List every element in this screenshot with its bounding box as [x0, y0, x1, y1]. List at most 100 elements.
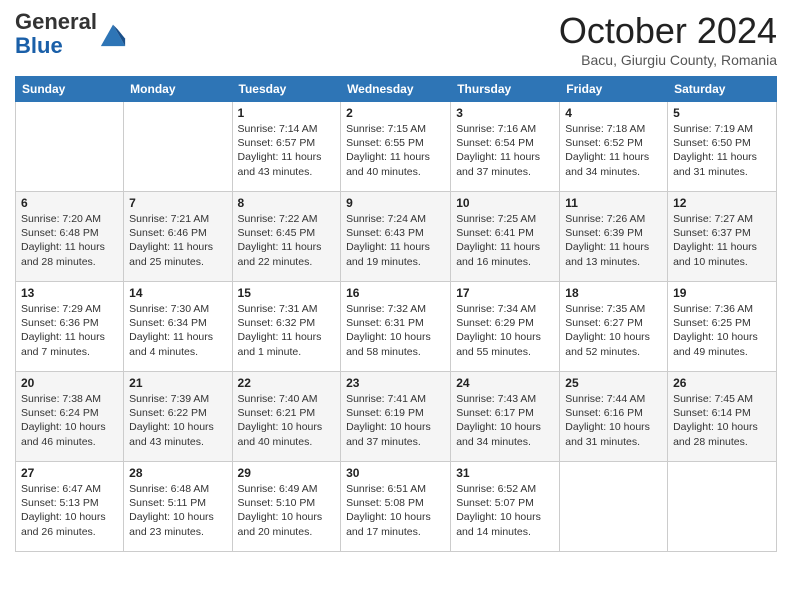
day-number: 26 — [673, 376, 771, 390]
month-title: October 2024 — [559, 10, 777, 52]
day-number: 8 — [238, 196, 336, 210]
calendar-week-row: 1Sunrise: 7:14 AM Sunset: 6:57 PM Daylig… — [16, 102, 777, 192]
day-info: Sunrise: 7:40 AM Sunset: 6:21 PM Dayligh… — [238, 392, 336, 449]
day-of-week-header: Friday — [560, 77, 668, 102]
day-number: 11 — [565, 196, 662, 210]
calendar-day-cell: 3Sunrise: 7:16 AM Sunset: 6:54 PM Daylig… — [451, 102, 560, 192]
calendar-day-cell: 12 Sunrise: 7:27 AM Sunset: 6:37 PM Dayli… — [668, 192, 777, 282]
calendar-day-cell — [560, 462, 668, 552]
calendar-week-row: 27 Sunrise: 6:47 AM Sunset: 5:13 PM Dayli… — [16, 462, 777, 552]
calendar-day-cell: 21Sunrise: 7:39 AM Sunset: 6:22 PM Dayli… — [124, 372, 232, 462]
calendar-day-cell: 9 Sunrise: 7:24 AM Sunset: 6:43 PM Daylig… — [341, 192, 451, 282]
day-info: Sunrise: 7:21 AM Sunset: 6:46 PM Dayligh… — [129, 212, 226, 269]
calendar-day-cell: 26 Sunrise: 7:45 AM Sunset: 6:14 PM Dayli… — [668, 372, 777, 462]
calendar-day-cell: 18Sunrise: 7:35 AM Sunset: 6:27 PM Dayli… — [560, 282, 668, 372]
day-number: 24 — [456, 376, 554, 390]
day-info: Sunrise: 7:15 AM Sunset: 6:55 PM Dayligh… — [346, 122, 445, 179]
calendar-week-row: 6 Sunrise: 7:20 AM Sunset: 6:48 PM Daylig… — [16, 192, 777, 282]
day-number: 16 — [346, 286, 445, 300]
day-number: 13 — [21, 286, 118, 300]
day-info: Sunrise: 7:36 AM Sunset: 6:25 PM Dayligh… — [673, 302, 771, 359]
day-info: Sunrise: 7:30 AM Sunset: 6:34 PM Dayligh… — [129, 302, 226, 359]
day-info: Sunrise: 7:19 AM Sunset: 6:50 PM Dayligh… — [673, 122, 771, 179]
calendar-day-cell — [124, 102, 232, 192]
day-number: 10 — [456, 196, 554, 210]
calendar-day-cell — [668, 462, 777, 552]
day-info: Sunrise: 7:24 AM Sunset: 6:43 PM Dayligh… — [346, 212, 445, 269]
calendar-day-cell: 8 Sunrise: 7:22 AM Sunset: 6:45 PM Daylig… — [232, 192, 341, 282]
day-info: Sunrise: 7:27 AM Sunset: 6:37 PM Dayligh… — [673, 212, 771, 269]
logo: General Blue — [15, 10, 127, 58]
day-number: 29 — [238, 466, 336, 480]
day-number: 12 — [673, 196, 771, 210]
day-number: 23 — [346, 376, 445, 390]
day-info: Sunrise: 6:48 AM Sunset: 5:11 PM Dayligh… — [129, 482, 226, 539]
calendar-day-cell: 29 Sunrise: 6:49 AM Sunset: 5:10 PM Dayli… — [232, 462, 341, 552]
calendar-day-cell: 28Sunrise: 6:48 AM Sunset: 5:11 PM Dayli… — [124, 462, 232, 552]
day-number: 21 — [129, 376, 226, 390]
day-info: Sunrise: 7:43 AM Sunset: 6:17 PM Dayligh… — [456, 392, 554, 449]
day-info: Sunrise: 7:16 AM Sunset: 6:54 PM Dayligh… — [456, 122, 554, 179]
day-number: 20 — [21, 376, 118, 390]
calendar-day-cell: 22 Sunrise: 7:40 AM Sunset: 6:21 PM Dayli… — [232, 372, 341, 462]
calendar-day-cell: 31 Sunrise: 6:52 AM Sunset: 5:07 PM Dayli… — [451, 462, 560, 552]
day-info: Sunrise: 7:29 AM Sunset: 6:36 PM Dayligh… — [21, 302, 118, 359]
day-number: 25 — [565, 376, 662, 390]
day-number: 19 — [673, 286, 771, 300]
calendar-day-cell: 6 Sunrise: 7:20 AM Sunset: 6:48 PM Daylig… — [16, 192, 124, 282]
calendar-day-cell: 23Sunrise: 7:41 AM Sunset: 6:19 PM Dayli… — [341, 372, 451, 462]
calendar-table: SundayMondayTuesdayWednesdayThursdayFrid… — [15, 76, 777, 552]
day-info: Sunrise: 6:49 AM Sunset: 5:10 PM Dayligh… — [238, 482, 336, 539]
page-container: General Blue October 2024 Bacu, Giurgiu … — [0, 0, 792, 562]
day-number: 15 — [238, 286, 336, 300]
header: General Blue October 2024 Bacu, Giurgiu … — [15, 10, 777, 68]
day-number: 9 — [346, 196, 445, 210]
calendar-week-row: 13 Sunrise: 7:29 AM Sunset: 6:36 PM Dayli… — [16, 282, 777, 372]
calendar-day-cell: 2 Sunrise: 7:15 AM Sunset: 6:55 PM Daylig… — [341, 102, 451, 192]
calendar-day-cell: 7 Sunrise: 7:21 AM Sunset: 6:46 PM Daylig… — [124, 192, 232, 282]
calendar-day-cell: 16 Sunrise: 7:32 AM Sunset: 6:31 PM Dayli… — [341, 282, 451, 372]
day-info: Sunrise: 7:20 AM Sunset: 6:48 PM Dayligh… — [21, 212, 118, 269]
calendar-day-cell: 30Sunrise: 6:51 AM Sunset: 5:08 PM Dayli… — [341, 462, 451, 552]
day-info: Sunrise: 7:14 AM Sunset: 6:57 PM Dayligh… — [238, 122, 336, 179]
calendar-day-cell: 13 Sunrise: 7:29 AM Sunset: 6:36 PM Dayli… — [16, 282, 124, 372]
day-of-week-header: Thursday — [451, 77, 560, 102]
calendar-day-cell: 17 Sunrise: 7:34 AM Sunset: 6:29 PM Dayli… — [451, 282, 560, 372]
day-info: Sunrise: 6:52 AM Sunset: 5:07 PM Dayligh… — [456, 482, 554, 539]
day-of-week-header: Tuesday — [232, 77, 341, 102]
calendar-day-cell: 11 Sunrise: 7:26 AM Sunset: 6:39 PM Dayli… — [560, 192, 668, 282]
day-number: 17 — [456, 286, 554, 300]
logo-text: General Blue — [15, 10, 97, 58]
calendar-week-row: 20 Sunrise: 7:38 AM Sunset: 6:24 PM Dayli… — [16, 372, 777, 462]
day-info: Sunrise: 7:18 AM Sunset: 6:52 PM Dayligh… — [565, 122, 662, 179]
calendar-day-cell: 25 Sunrise: 7:44 AM Sunset: 6:16 PM Dayli… — [560, 372, 668, 462]
day-of-week-header: Sunday — [16, 77, 124, 102]
day-info: Sunrise: 6:51 AM Sunset: 5:08 PM Dayligh… — [346, 482, 445, 539]
day-info: Sunrise: 7:45 AM Sunset: 6:14 PM Dayligh… — [673, 392, 771, 449]
calendar-day-cell: 10Sunrise: 7:25 AM Sunset: 6:41 PM Dayli… — [451, 192, 560, 282]
day-info: Sunrise: 7:38 AM Sunset: 6:24 PM Dayligh… — [21, 392, 118, 449]
day-info: Sunrise: 7:26 AM Sunset: 6:39 PM Dayligh… — [565, 212, 662, 269]
day-info: Sunrise: 7:32 AM Sunset: 6:31 PM Dayligh… — [346, 302, 445, 359]
day-number: 31 — [456, 466, 554, 480]
title-area: October 2024 Bacu, Giurgiu County, Roman… — [559, 10, 777, 68]
day-info: Sunrise: 7:31 AM Sunset: 6:32 PM Dayligh… — [238, 302, 336, 359]
day-number: 5 — [673, 106, 771, 120]
day-number: 2 — [346, 106, 445, 120]
day-number: 7 — [129, 196, 226, 210]
day-info: Sunrise: 7:44 AM Sunset: 6:16 PM Dayligh… — [565, 392, 662, 449]
day-number: 6 — [21, 196, 118, 210]
day-of-week-header: Saturday — [668, 77, 777, 102]
calendar-day-cell: 20 Sunrise: 7:38 AM Sunset: 6:24 PM Dayli… — [16, 372, 124, 462]
calendar-header-row: SundayMondayTuesdayWednesdayThursdayFrid… — [16, 77, 777, 102]
calendar-day-cell: 1Sunrise: 7:14 AM Sunset: 6:57 PM Daylig… — [232, 102, 341, 192]
day-info: Sunrise: 6:47 AM Sunset: 5:13 PM Dayligh… — [21, 482, 118, 539]
day-number: 27 — [21, 466, 118, 480]
day-number: 22 — [238, 376, 336, 390]
day-info: Sunrise: 7:34 AM Sunset: 6:29 PM Dayligh… — [456, 302, 554, 359]
day-of-week-header: Monday — [124, 77, 232, 102]
calendar-day-cell: 14Sunrise: 7:30 AM Sunset: 6:34 PM Dayli… — [124, 282, 232, 372]
day-info: Sunrise: 7:22 AM Sunset: 6:45 PM Dayligh… — [238, 212, 336, 269]
calendar-day-cell: 19 Sunrise: 7:36 AM Sunset: 6:25 PM Dayli… — [668, 282, 777, 372]
calendar-day-cell: 5 Sunrise: 7:19 AM Sunset: 6:50 PM Daylig… — [668, 102, 777, 192]
